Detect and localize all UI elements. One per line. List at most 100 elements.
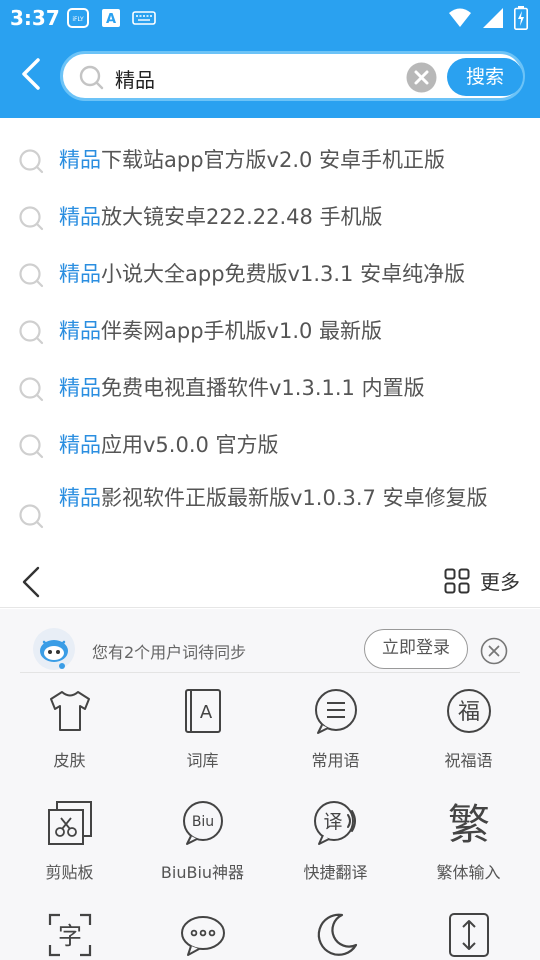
suggestion-rest: 伴奏网app手机版v1.0 最新版 [101, 319, 383, 343]
suggestion-rest: 应用v5.0.0 官方版 [101, 433, 279, 457]
blessing-icon: 福 [446, 689, 491, 733]
search-button[interactable]: 搜索 [447, 58, 523, 96]
search-suggestions: 精品下载站app官方版v2.0 安卓手机正版 精品放大镜安卓222.22.48 … [0, 118, 540, 608]
tool-label: 快捷翻译 [303, 863, 368, 882]
svg-text:iFLY: iFLY [72, 16, 84, 23]
suggestion-highlight: 精品 [59, 433, 101, 457]
keyboard-toolbox-panel: 您有2个用户词待同步 立即登录 皮肤 A 词库 常用语 福 祝福语 剪贴板 Bi… [0, 609, 540, 960]
traditional-icon: 繁 [447, 800, 489, 847]
tool-dictionary[interactable]: A 词库 [135, 687, 270, 771]
tool-label: 祝福语 [444, 751, 493, 770]
svg-text:福: 福 [457, 700, 479, 725]
search-input[interactable]: 精品 搜索 [60, 51, 525, 101]
suggestion-item[interactable]: 精品下载站app官方版v2.0 安卓手机正版 [0, 140, 540, 180]
keyboard-icon [132, 11, 156, 25]
back-arrow-icon[interactable] [14, 54, 50, 94]
more-label: 更多 [480, 570, 520, 594]
tool-night-mode[interactable] [268, 911, 403, 960]
search-icon [19, 504, 44, 529]
login-button[interactable]: 立即登录 [364, 629, 468, 669]
tool-skin[interactable]: 皮肤 [2, 687, 137, 771]
wifi-icon [449, 8, 471, 27]
svg-text:Biu: Biu [191, 814, 213, 830]
suggestion-rest: 小说大全app免费版v1.3.1 安卓纯净版 [101, 262, 466, 286]
tool-blessing[interactable]: 福 祝福语 [401, 687, 536, 771]
clear-icon[interactable] [406, 62, 437, 93]
suggestion-item[interactable]: 精品应用v5.0.0 官方版 [0, 425, 540, 465]
text-recognition-icon: 字 [48, 913, 91, 957]
suggestions-toolbar: 更多 [0, 556, 540, 608]
iflytek-icon: iFLY [67, 8, 89, 28]
suggestion-text: 精品应用v5.0.0 官方版 [59, 428, 519, 462]
sync-message: 您有2个用户词待同步 [92, 643, 247, 662]
search-icon [19, 377, 44, 402]
dictionary-icon: A [184, 689, 221, 733]
mascot-avatar [33, 628, 75, 670]
tool-chat[interactable] [135, 911, 270, 960]
close-icon[interactable] [480, 637, 508, 665]
search-icon [19, 149, 44, 174]
status-bar: 3:37 iFLY A [0, 0, 540, 36]
suggestion-item[interactable]: 精品伴奏网app手机版v1.0 最新版 [0, 311, 540, 351]
suggestion-text: 精品免费电视直播软件v1.3.1.1 内置版 [59, 371, 519, 405]
suggestion-text: 精品小说大全app免费版v1.3.1 安卓纯净版 [59, 257, 519, 291]
suggestion-rest: 影视软件正版最新版v1.0.3.7 安卓修复版 [101, 486, 488, 510]
tool-label: 词库 [186, 751, 219, 770]
search-icon [19, 206, 44, 231]
status-time: 3:37 [10, 6, 60, 30]
night-mode-icon [317, 913, 357, 956]
suggestion-item[interactable]: 精品免费电视直播软件v1.3.1.1 内置版 [0, 368, 540, 408]
grid-icon [444, 568, 470, 593]
tool-translate[interactable]: 译 快捷翻译 [268, 799, 403, 883]
signal-icon [483, 8, 503, 28]
suggestion-highlight: 精品 [59, 486, 101, 510]
suggestion-item[interactable]: 精品放大镜安卓222.22.48 手机版 [0, 197, 540, 237]
svg-text:字: 字 [58, 922, 82, 950]
suggestion-rest: 免费电视直播软件v1.3.1.1 内置版 [101, 376, 425, 400]
chat-bubble-icon [180, 916, 225, 956]
tool-label: BiuBiu神器 [160, 863, 245, 882]
tool-biubiu[interactable]: Biu BiuBiu神器 [135, 799, 270, 883]
tool-label: 常用语 [311, 751, 360, 770]
more-button[interactable]: 更多 [444, 566, 520, 595]
tool-phrases[interactable]: 常用语 [268, 687, 403, 771]
suggestion-text: 精品影视软件正版最新版v1.0.3.7 安卓修复版 [59, 481, 519, 515]
search-icon [79, 65, 104, 90]
suggestion-text: 精品下载站app官方版v2.0 安卓手机正版 [59, 143, 519, 177]
search-icon [19, 434, 44, 459]
suggestion-text: 精品放大镜安卓222.22.48 手机版 [59, 200, 519, 234]
suggestion-highlight: 精品 [59, 262, 101, 286]
suggestion-item[interactable]: 精品小说大全app免费版v1.3.1 安卓纯净版 [0, 254, 540, 294]
phrases-icon [314, 689, 357, 734]
suggestion-highlight: 精品 [59, 205, 101, 229]
tool-traditional[interactable]: 繁 繁体输入 [401, 799, 536, 883]
tool-text-recognition[interactable]: 字 [2, 911, 137, 960]
tool-resize[interactable] [401, 911, 536, 960]
tool-label: 剪贴板 [45, 863, 94, 882]
tool-label: 皮肤 [53, 751, 86, 770]
a-icon: A [102, 9, 120, 27]
translate-icon: 译 [313, 801, 356, 845]
search-query[interactable]: 精品 [115, 64, 155, 93]
svg-text:繁: 繁 [447, 800, 489, 847]
suggestion-item[interactable]: 精品影视软件正版最新版v1.0.3.7 安卓修复版 [0, 480, 540, 552]
svg-text:A: A [106, 12, 116, 27]
status-icons [448, 6, 528, 30]
suggestion-text: 精品伴奏网app手机版v1.0 最新版 [59, 314, 519, 348]
search-header: 精品 搜索 [0, 36, 540, 118]
suggestion-highlight: 精品 [59, 376, 101, 400]
resize-icon [448, 913, 489, 957]
suggestion-highlight: 精品 [59, 148, 101, 172]
suggestion-rest: 放大镜安卓222.22.48 手机版 [101, 205, 383, 229]
collapse-back-icon[interactable] [18, 564, 46, 600]
sync-banner: 您有2个用户词待同步 立即登录 [20, 617, 520, 673]
search-icon [19, 263, 44, 288]
battery-charging-icon [514, 6, 528, 30]
search-icon [19, 320, 44, 345]
svg-text:A: A [199, 702, 212, 723]
tool-clipboard[interactable]: 剪贴板 [2, 799, 137, 883]
clipboard-icon [47, 801, 92, 845]
suggestion-rest: 下载站app官方版v2.0 安卓手机正版 [101, 148, 446, 172]
tool-label: 繁体输入 [436, 863, 501, 882]
svg-text:译: 译 [323, 811, 342, 833]
